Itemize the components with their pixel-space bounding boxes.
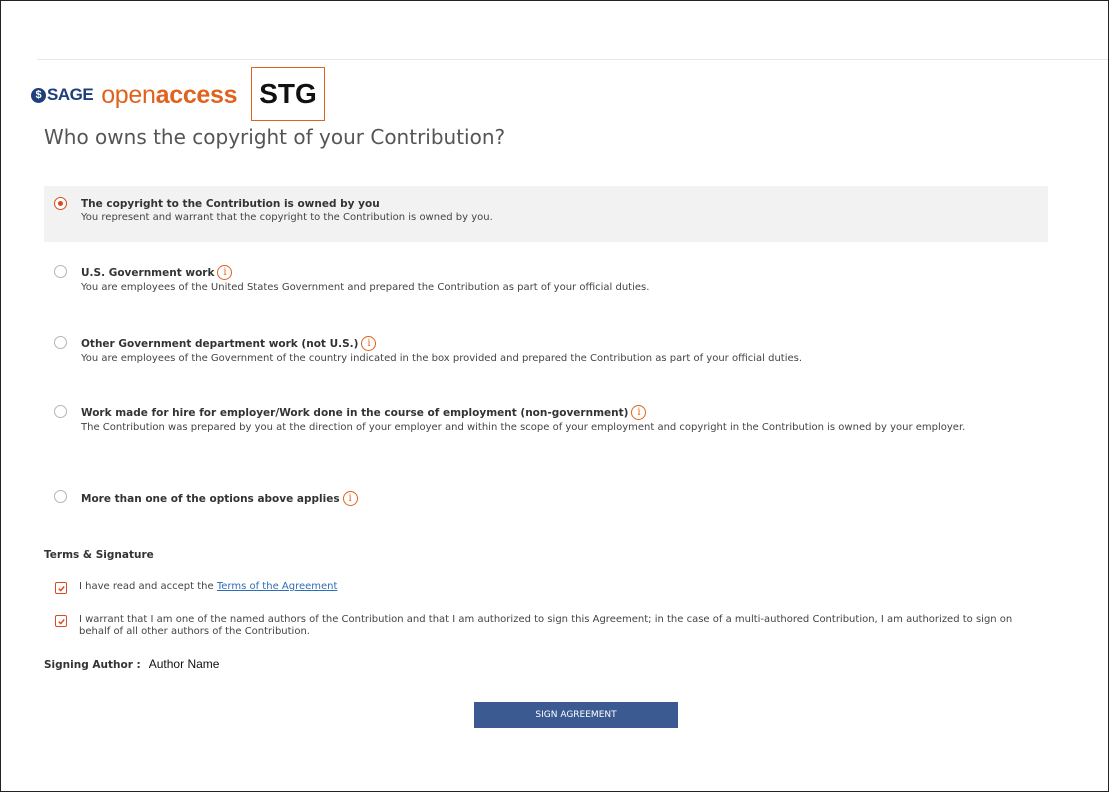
checkmark-icon [57, 585, 65, 592]
page-title: Who owns the copyright of your Contribut… [44, 125, 506, 149]
option-title: Other Government department work (not U.… [81, 337, 359, 350]
option-description: The Contribution was prepared by you at … [81, 422, 966, 433]
signing-author-label: Signing Author : [44, 659, 141, 671]
radio-multiple-options[interactable] [54, 490, 67, 503]
openaccess-open-text: open [101, 80, 156, 109]
copyright-option-other-government[interactable]: Other Government department work (not U.… [44, 333, 1048, 373]
option-title: U.S. Government work [81, 266, 215, 279]
sign-agreement-button[interactable]: SIGN AGREEMENT [474, 702, 678, 728]
info-icon[interactable]: i [342, 491, 358, 506]
copyright-option-us-government[interactable]: U.S. Government work i You are employees… [44, 262, 1048, 302]
accept-terms-checkbox[interactable] [55, 582, 67, 594]
radio-other-government[interactable] [54, 336, 67, 349]
option-title: Work made for hire for employer/Work don… [81, 406, 629, 419]
option-description: You represent and warrant that the copyr… [81, 212, 493, 223]
info-icon[interactable]: i [217, 265, 233, 280]
radio-us-government[interactable] [54, 265, 67, 278]
warrant-authorship-label: I warrant that I am one of the named aut… [79, 614, 1013, 637]
openaccess-access-text: access [155, 80, 238, 109]
radio-work-for-hire[interactable] [54, 405, 67, 418]
terms-of-agreement-link[interactable]: Terms of the Agreement [217, 581, 338, 592]
copyright-option-work-for-hire[interactable]: Work made for hire for employer/Work don… [44, 402, 1048, 456]
accept-terms-label: I have read and accept the [79, 581, 217, 592]
radio-owned-by-you[interactable] [54, 197, 67, 210]
info-icon[interactable]: i [631, 405, 647, 420]
environment-badge: STG [251, 67, 325, 121]
warrant-authorship-row: I warrant that I am one of the named aut… [55, 614, 1035, 638]
signing-author-name: Author Name [148, 657, 220, 671]
signing-author: Signing Author : Author Name [44, 657, 219, 671]
checkmark-icon [57, 618, 65, 625]
copyright-option-multiple[interactable]: More than one of the options above appli… [44, 488, 1048, 510]
sage-openaccess-logo: $ SAGE open access [31, 67, 238, 123]
option-title: The copyright to the Contribution is own… [81, 198, 380, 210]
header-divider [37, 59, 1108, 60]
option-description: You are employees of the United States G… [81, 282, 650, 293]
page-frame: $ SAGE open access STG Who owns the copyr… [0, 0, 1109, 792]
info-icon[interactable]: i [361, 336, 377, 351]
accept-terms-row: I have read and accept the Terms of the … [55, 581, 1035, 594]
warrant-authorship-checkbox[interactable] [55, 615, 67, 627]
terms-section-title: Terms & Signature [44, 549, 154, 561]
sage-wordmark: SAGE [47, 85, 94, 104]
option-title: More than one of the options above appli… [81, 492, 340, 505]
option-description: You are employees of the Government of t… [81, 353, 803, 364]
sage-logo-icon: $ [31, 87, 46, 103]
copyright-option-owned-by-you[interactable]: The copyright to the Contribution is own… [44, 186, 1048, 242]
